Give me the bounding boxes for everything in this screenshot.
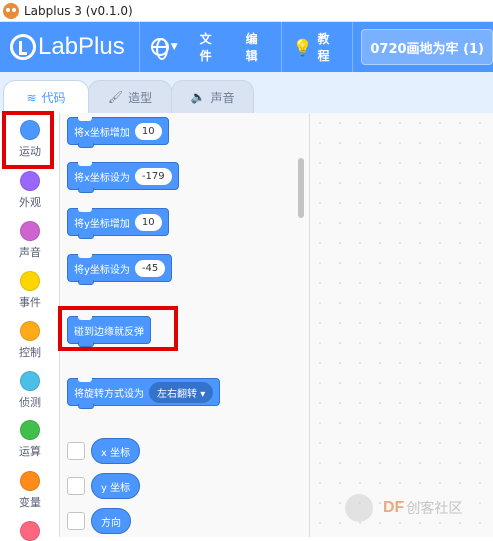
watermark-df: DF bbox=[383, 499, 405, 516]
category-label: 控制 bbox=[19, 346, 41, 359]
block-set-x[interactable]: 将x坐标设为 -179 bbox=[67, 162, 179, 193]
brand-logo[interactable]: LabPlus bbox=[10, 33, 125, 61]
tab-sounds[interactable]: 🔈 声音 bbox=[171, 80, 254, 113]
menubar: LabPlus ▼ 文件 编辑 💡 教程 0720画地为牢 (1) bbox=[0, 22, 493, 72]
window-title: Labplus 3 (v0.1.0) bbox=[24, 3, 133, 18]
number-input[interactable]: 10 bbox=[134, 122, 162, 140]
category-sound[interactable]: 声音 bbox=[0, 221, 60, 260]
category-variables[interactable]: 变量 bbox=[0, 471, 60, 510]
category-label: 变量 bbox=[19, 496, 41, 509]
chevron-down-icon: ▼ bbox=[170, 42, 178, 52]
tab-costumes[interactable]: 🖌 造型 bbox=[88, 80, 172, 113]
project-title-input[interactable]: 0720画地为牢 (1) bbox=[361, 29, 493, 65]
block-label: 将x坐标增加 bbox=[74, 127, 130, 139]
tab-code-label: 代码 bbox=[41, 91, 66, 105]
watermark-text: 创客社区 bbox=[406, 501, 463, 517]
block-label: 碰到边缘就反弹 bbox=[74, 326, 144, 338]
palette-scrollbar[interactable] bbox=[298, 158, 304, 218]
code-icon: ≋ bbox=[26, 90, 37, 105]
chevron-down-icon: ▾ bbox=[200, 388, 206, 400]
block-set-rotation-style[interactable]: 将旋转方式设为 左右翻转 ▾ bbox=[67, 378, 221, 409]
sound-color-icon bbox=[20, 221, 40, 241]
sensing-color-icon bbox=[20, 371, 40, 391]
brush-icon: 🖌 bbox=[107, 90, 124, 104]
brand-name: LabPlus bbox=[38, 33, 125, 60]
labplus-logo-icon bbox=[10, 34, 36, 60]
dropdown-value: 左右翻转 bbox=[157, 388, 197, 400]
language-menu[interactable]: ▼ bbox=[140, 22, 189, 72]
category-sensing[interactable]: 侦测 bbox=[0, 371, 60, 410]
direction-checkbox[interactable] bbox=[67, 512, 85, 530]
edit-menu[interactable]: 编辑 bbox=[235, 22, 281, 72]
block-bounce-on-edge[interactable]: 碰到边缘就反弹 bbox=[67, 316, 151, 347]
category-label: 运算 bbox=[19, 445, 41, 458]
reporter-direction[interactable]: 方向 bbox=[91, 508, 131, 534]
operators-color-icon bbox=[20, 420, 40, 440]
y-position-checkbox[interactable] bbox=[67, 477, 85, 495]
looks-color-icon bbox=[20, 171, 40, 191]
category-label: 侦测 bbox=[19, 396, 41, 409]
control-color-icon bbox=[20, 321, 40, 341]
category-my-blocks[interactable] bbox=[0, 521, 60, 541]
number-input[interactable]: -45 bbox=[134, 259, 166, 277]
tutorial-label: 教程 bbox=[317, 32, 330, 63]
block-label: 将y坐标增加 bbox=[74, 218, 130, 230]
category-operators[interactable]: 运算 bbox=[0, 420, 60, 459]
category-label: 运动 bbox=[19, 145, 41, 158]
tab-sounds-label: 声音 bbox=[210, 90, 235, 105]
tutorial-menu[interactable]: 💡 教程 bbox=[282, 22, 353, 72]
lightbulb-icon: 💡 bbox=[292, 37, 313, 57]
tab-costumes-label: 造型 bbox=[128, 90, 153, 105]
script-workspace[interactable] bbox=[310, 113, 493, 537]
df-logo-icon bbox=[345, 494, 373, 522]
menu-divider bbox=[352, 22, 354, 72]
globe-icon bbox=[150, 38, 169, 60]
rotation-style-dropdown[interactable]: 左右翻转 ▾ bbox=[149, 381, 214, 403]
block-change-y[interactable]: 将y坐标增加 10 bbox=[67, 208, 169, 239]
category-sidebar: 运动 外观 声音 事件 控制 侦测 运算 变量 bbox=[0, 113, 60, 541]
category-motion[interactable]: 运动 bbox=[0, 120, 60, 159]
speaker-icon: 🔈 bbox=[190, 90, 206, 104]
reporter-y-position[interactable]: y 坐标 bbox=[91, 473, 141, 499]
block-set-y[interactable]: 将y坐标设为 -45 bbox=[67, 254, 173, 285]
category-label: 声音 bbox=[19, 246, 41, 259]
block-label: 将y坐标设为 bbox=[74, 264, 130, 276]
category-label: 事件 bbox=[19, 296, 41, 309]
motion-color-icon bbox=[20, 120, 40, 140]
editor-tab-bar: ≋ 代码 🖌 造型 🔈 声音 bbox=[0, 72, 493, 114]
category-control[interactable]: 控制 bbox=[0, 321, 60, 360]
tab-code[interactable]: ≋ 代码 bbox=[3, 80, 89, 114]
category-label: 外观 bbox=[19, 196, 41, 209]
category-looks[interactable]: 外观 bbox=[0, 171, 60, 210]
app-logo-icon bbox=[3, 2, 19, 19]
reporter-x-position[interactable]: x 坐标 bbox=[91, 438, 141, 464]
events-color-icon bbox=[20, 271, 40, 291]
category-events[interactable]: 事件 bbox=[0, 271, 60, 310]
watermark: DF 创客社区 bbox=[345, 494, 462, 522]
block-change-x[interactable]: 将x坐标增加 10 bbox=[67, 117, 169, 148]
my-blocks-color-icon bbox=[20, 521, 40, 541]
file-menu[interactable]: 文件 bbox=[189, 22, 235, 72]
variables-color-icon bbox=[20, 471, 40, 491]
window-titlebar: Labplus 3 (v0.1.0) bbox=[0, 0, 493, 22]
block-label: 将旋转方式设为 bbox=[74, 388, 144, 400]
x-position-checkbox[interactable] bbox=[67, 442, 85, 460]
number-input[interactable]: 10 bbox=[134, 213, 162, 231]
block-label: 将x坐标设为 bbox=[74, 172, 130, 184]
number-input[interactable]: -179 bbox=[134, 167, 172, 185]
